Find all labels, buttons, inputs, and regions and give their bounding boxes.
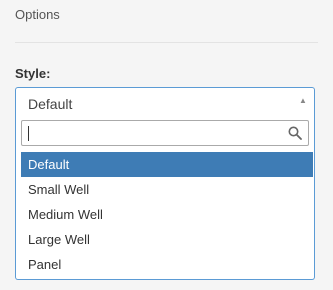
option-small-well[interactable]: Small Well xyxy=(21,177,313,202)
options-panel: Options Style: Default ▲ Default Small W… xyxy=(0,0,333,290)
option-medium-well[interactable]: Medium Well xyxy=(21,202,313,227)
option-default[interactable]: Default xyxy=(21,152,313,177)
dropdown-search-box[interactable] xyxy=(21,120,309,146)
search-icon xyxy=(288,126,302,140)
style-options-list: Default Small Well Medium Well Large Wel… xyxy=(21,152,313,277)
style-label: Style: xyxy=(15,66,51,81)
option-large-well[interactable]: Large Well xyxy=(21,227,313,252)
dropdown-search-input[interactable] xyxy=(26,123,286,143)
style-select[interactable]: Default ▲ xyxy=(15,87,315,117)
section-title: Options xyxy=(15,7,60,22)
style-select-value: Default xyxy=(28,96,73,112)
section-divider xyxy=(15,42,318,43)
style-dropdown: Default Small Well Medium Well Large Wel… xyxy=(15,116,315,280)
text-caret xyxy=(28,126,29,141)
triangle-up-icon[interactable]: ▲ xyxy=(298,96,308,106)
option-panel[interactable]: Panel xyxy=(21,252,313,277)
